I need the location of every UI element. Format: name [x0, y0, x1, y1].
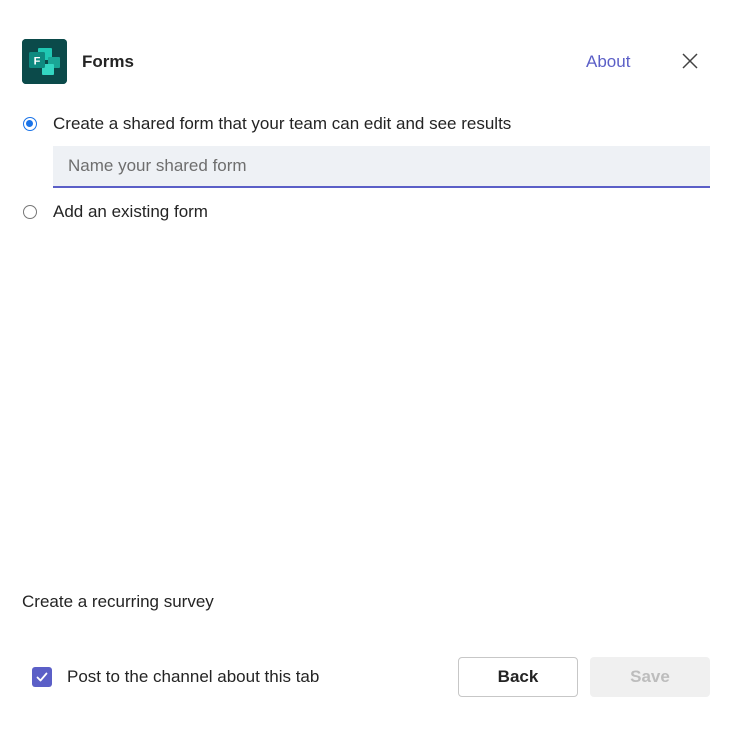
option-add-existing-form-label[interactable]: Add an existing form	[53, 202, 208, 222]
radio-add-existing-form[interactable]	[23, 205, 37, 219]
post-to-channel-checkbox[interactable]	[32, 667, 52, 687]
recurring-survey-label: Create a recurring survey	[22, 592, 214, 611]
radio-create-shared-form[interactable]	[23, 117, 37, 131]
svg-text:F: F	[34, 56, 41, 68]
checkmark-icon	[36, 672, 48, 682]
close-button[interactable]	[676, 47, 704, 75]
close-icon	[682, 53, 698, 69]
post-to-channel-label: Post to the channel about this tab	[67, 667, 320, 686]
option-create-shared-form-label[interactable]: Create a shared form that your team can …	[53, 114, 511, 134]
app-title: Forms	[82, 52, 134, 71]
save-button[interactable]: Save	[590, 657, 710, 697]
about-link[interactable]: About	[586, 52, 630, 72]
back-button[interactable]: Back	[458, 657, 578, 697]
forms-logo-icon: F	[22, 39, 67, 84]
shared-form-name-input[interactable]	[53, 146, 710, 188]
forms-app-icon: F	[22, 39, 67, 84]
